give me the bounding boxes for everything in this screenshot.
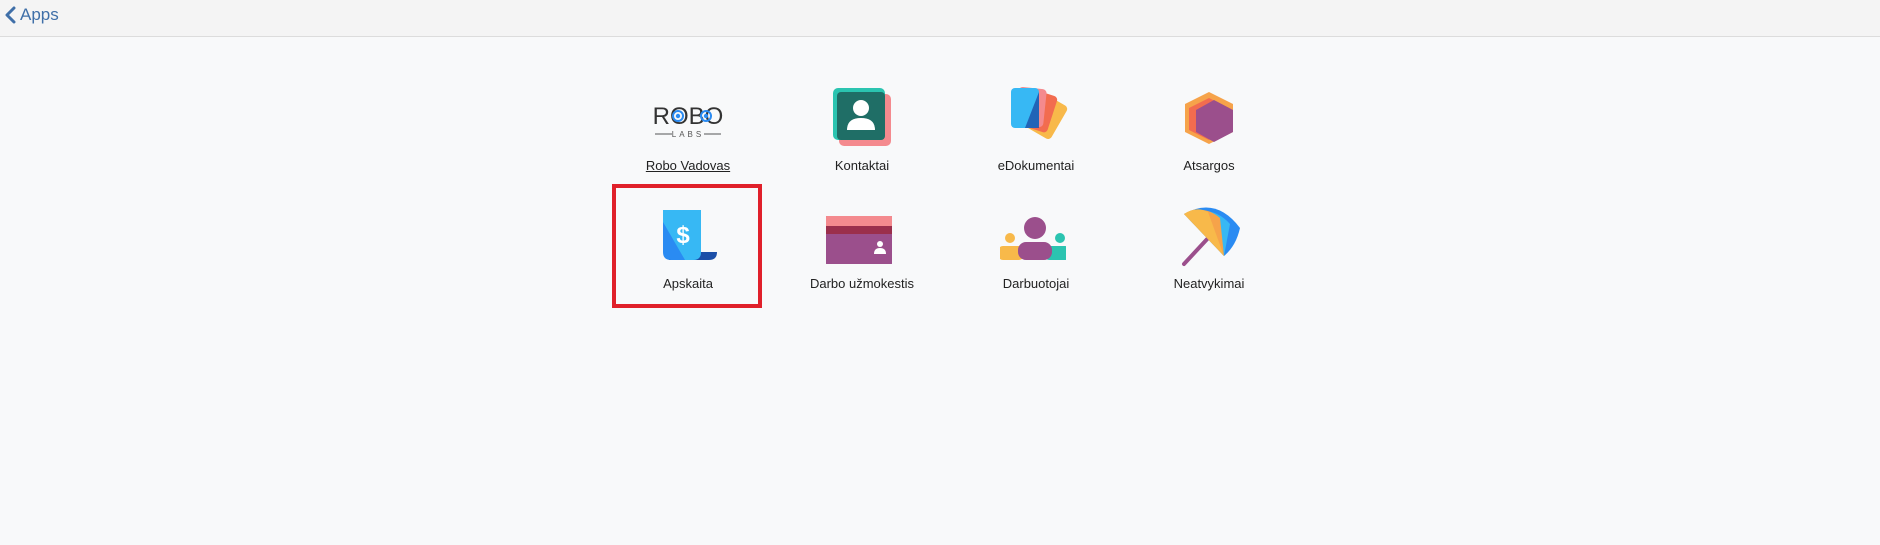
umbrella-icon: [1176, 202, 1242, 268]
app-tile-edokumentai[interactable]: eDokumentai: [966, 76, 1106, 188]
app-tile-apskaita[interactable]: $ Apskaita: [618, 194, 758, 306]
app-tile-darbuotojai[interactable]: Darbuotojai: [966, 194, 1106, 306]
app-label: eDokumentai: [997, 158, 1075, 173]
app-tile-darbo-uzmokestis[interactable]: Darbo užmokestis: [792, 194, 932, 306]
labs-logo-text: LABS: [672, 130, 704, 139]
app-label: Atsargos: [1183, 158, 1235, 173]
svg-text:$: $: [676, 222, 690, 249]
app-tile-neatvykimai[interactable]: Neatvykimai: [1139, 194, 1279, 306]
contact-card-icon: [829, 84, 895, 150]
app-grid: ROBO LABS Robo Vadovas Kontaktai eDokume…: [0, 0, 1880, 545]
inventory-cube-icon: [1176, 84, 1242, 150]
app-label: Darbuotojai: [1002, 276, 1070, 291]
app-label: Apskaita: [663, 276, 713, 291]
app-tile-kontaktai[interactable]: Kontaktai: [792, 76, 932, 188]
app-label: Robo Vadovas: [645, 158, 731, 173]
app-tile-robo-vadovas[interactable]: ROBO LABS Robo Vadovas: [618, 76, 758, 188]
app-label: Kontaktai: [834, 158, 890, 173]
app-tile-atsargos[interactable]: Atsargos: [1139, 76, 1279, 188]
employees-icon: [1000, 202, 1069, 268]
documents-icon: [1003, 84, 1069, 150]
app-label: Darbo užmokestis: [809, 276, 915, 291]
accounting-scroll-icon: $: [655, 202, 721, 268]
payroll-card-icon: [826, 202, 895, 268]
robo-logo-text: ROBO: [653, 103, 724, 130]
robo-labs-logo: ROBO LABS: [653, 84, 724, 150]
app-label: Neatvykimai: [1173, 276, 1245, 291]
